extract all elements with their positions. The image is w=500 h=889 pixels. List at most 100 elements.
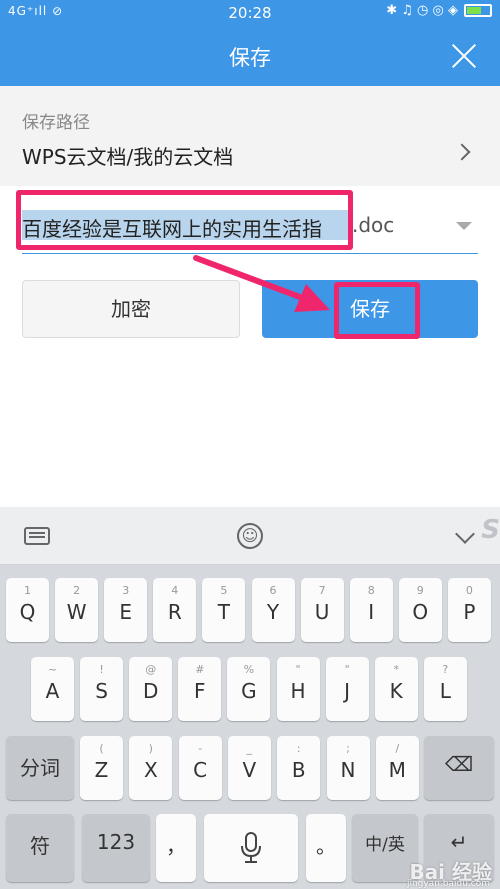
key-i[interactable]: 8I	[349, 578, 393, 642]
segment-key[interactable]: 分词	[6, 736, 74, 800]
key-secondary-label: 1	[24, 584, 31, 597]
key-y[interactable]: 6Y	[251, 578, 295, 642]
file-extension: .doc	[352, 213, 395, 237]
watermark-url: jingyan.baidu.com	[406, 879, 490, 889]
backspace-icon: ⌫	[444, 752, 474, 776]
key-e[interactable]: 3E	[104, 578, 148, 642]
status-icon-group: ✱ ♫ ◷ ◎ ◈	[386, 3, 458, 18]
key-v[interactable]: _ V	[227, 736, 271, 800]
key-secondary-label: "	[295, 663, 301, 676]
key-primary-label: C	[193, 758, 208, 782]
key-primary-label: W	[66, 600, 87, 624]
key-primary-label: S	[95, 679, 108, 703]
key-secondary-label: @	[145, 663, 157, 676]
key-primary-label: T	[217, 600, 230, 624]
key-u[interactable]: 7U	[300, 578, 344, 642]
key-secondary-label: ~	[47, 663, 58, 676]
language-toggle-label: 中/英	[365, 835, 405, 855]
emoji-icon[interactable]: ☺	[237, 523, 263, 549]
pointer-arrow	[193, 255, 330, 312]
dialog-title: 保存	[229, 46, 271, 70]
key-q[interactable]: 1Q	[6, 578, 49, 642]
key-primary-label: B	[291, 758, 306, 782]
key-g[interactable]: % G	[227, 657, 271, 721]
key-secondary-label: ;	[346, 742, 350, 755]
key-f[interactable]: # F	[178, 657, 222, 721]
key-w[interactable]: 2W	[55, 578, 99, 642]
comma-key[interactable]: ，	[156, 814, 196, 882]
key-primary-label: J	[344, 679, 351, 703]
numeric-key-label: 123	[96, 830, 136, 854]
key-c[interactable]: -C	[178, 736, 222, 800]
key-primary-label: P	[463, 600, 476, 624]
save-path-label: 保存路径	[22, 113, 90, 133]
key-t[interactable]: 5T	[202, 578, 246, 642]
key-secondary-label: #	[195, 663, 205, 676]
numeric-key[interactable]: 123	[82, 814, 150, 882]
extension-dropdown-icon[interactable]	[456, 222, 472, 230]
symbol-key[interactable]: 符	[6, 814, 74, 882]
key-secondary-label: 6	[269, 584, 277, 597]
key-secondary-label: :	[296, 742, 301, 755]
key-o[interactable]: 9O	[398, 578, 442, 642]
key-secondary-label: 2	[73, 584, 81, 597]
backspace-key[interactable]: ⌫	[424, 736, 494, 800]
save-path-value: WPS云文档/我的云文档	[22, 145, 234, 169]
key-primary-label: K	[389, 679, 403, 703]
key-p[interactable]: 0P	[447, 578, 491, 642]
key-secondary-label: (	[99, 742, 104, 755]
key-primary-label: F	[194, 679, 206, 703]
key-secondary-label: _	[246, 742, 253, 755]
key-secondary-label: 8	[367, 584, 375, 597]
key-h[interactable]: " H	[276, 657, 320, 721]
key-primary-label: Q	[19, 600, 36, 624]
key-primary-label: N	[340, 758, 356, 782]
key-s[interactable]: ! S	[80, 657, 124, 721]
soft-keyboard: ☺ S 1Q2W3E4R5T6Y7U8I9O0P ~ A! S @ D # F% G " H " J *…	[0, 507, 500, 889]
key-z[interactable]: (Z	[80, 736, 123, 800]
key-d[interactable]: @ D	[129, 657, 173, 721]
period-key[interactable]: 。	[306, 814, 346, 882]
key-primary-label: A	[45, 679, 60, 703]
key-a[interactable]: ~ A	[31, 657, 74, 721]
key-secondary-label: 4	[171, 584, 179, 597]
highlight-box-filename	[16, 190, 353, 250]
enter-icon: ↵	[450, 830, 468, 854]
key-primary-label: H	[290, 679, 306, 703]
voice-key[interactable]	[204, 814, 298, 882]
key-secondary-label: !	[99, 663, 104, 676]
key-primary-label: V	[242, 758, 257, 782]
chevron-down-icon[interactable]	[455, 524, 475, 544]
key-secondary-label: 3	[122, 584, 130, 597]
key-primary-label: I	[368, 600, 375, 624]
key-l[interactable]: ? L	[423, 657, 467, 721]
close-icon[interactable]	[450, 42, 478, 70]
chevron-right-icon	[453, 143, 471, 161]
keyboard-toolbar: ☺ S	[0, 507, 500, 565]
key-secondary-label: 0	[465, 584, 473, 597]
status-bar: 4G⁺ıll ⊘ 20:28 ✱ ♫ ◷ ◎ ◈	[0, 0, 500, 26]
key-primary-label: R	[167, 600, 182, 624]
key-m[interactable]: / M	[375, 736, 419, 800]
key-secondary-label: 7	[318, 584, 326, 597]
key-primary-label: D	[142, 679, 159, 703]
key-secondary-label: %	[243, 663, 255, 676]
save-path-row[interactable]: 保存路径 WPS云文档/我的云文档	[0, 86, 500, 186]
period-key-label: 。	[316, 834, 336, 858]
key-b[interactable]: :B	[277, 736, 321, 800]
key-secondary-label: /	[395, 742, 400, 755]
keyboard-icon[interactable]	[24, 527, 50, 545]
microphone-icon	[241, 832, 261, 863]
key-primary-label: G	[241, 679, 257, 703]
key-secondary-label: *	[393, 663, 399, 676]
segment-key-label: 分词	[20, 756, 60, 780]
key-j[interactable]: " J	[325, 657, 369, 721]
key-primary-label: Z	[94, 758, 109, 782]
key-n[interactable]: ; N	[326, 736, 370, 800]
key-x[interactable]: ) X	[129, 736, 173, 800]
key-primary-label: Y	[266, 600, 280, 624]
key-r[interactable]: 4R	[153, 578, 197, 642]
comma-key-label: ，	[166, 834, 186, 858]
status-icons: ✱ ♫ ◷ ◎ ◈	[386, 3, 492, 18]
key-k[interactable]: * K	[374, 657, 418, 721]
